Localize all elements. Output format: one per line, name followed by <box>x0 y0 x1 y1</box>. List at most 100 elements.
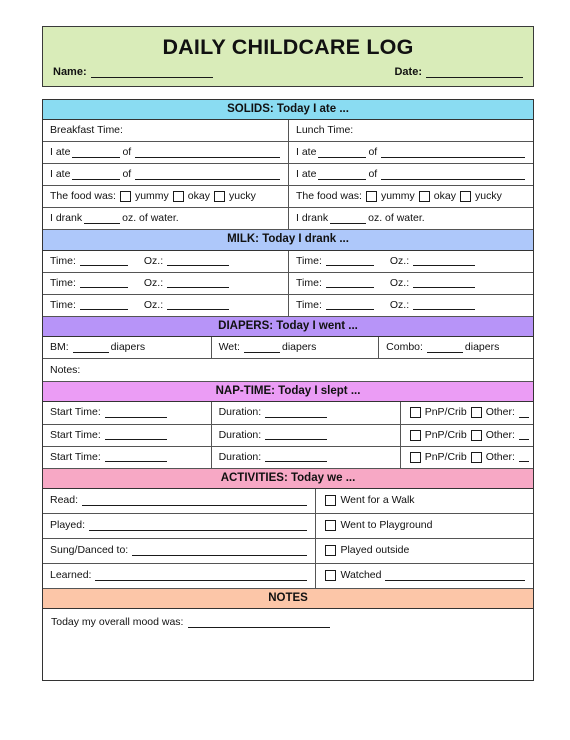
nap-other-line[interactable] <box>518 430 529 441</box>
water-oz-line[interactable] <box>84 214 121 224</box>
water-oz-line[interactable] <box>330 214 367 224</box>
lunch-ate-cell-2[interactable]: I ate of <box>288 164 533 186</box>
milk-oz-line[interactable] <box>167 278 230 289</box>
name-field-group[interactable]: Name: <box>53 66 213 78</box>
checkbox-played-outside[interactable] <box>325 545 337 557</box>
diapers-notes-cell[interactable]: Notes: <box>43 359 533 382</box>
activity-watched-cell[interactable]: Watched <box>315 563 533 588</box>
activity-read-cell[interactable]: Read: <box>43 488 316 513</box>
milk-oz-line[interactable] <box>413 300 476 311</box>
activity-played-cell[interactable]: Played: <box>43 513 316 538</box>
activity-playground-cell[interactable]: Went to Playground <box>315 513 533 538</box>
wet-count-line[interactable] <box>243 343 280 353</box>
checkbox-other[interactable] <box>470 429 482 441</box>
nap-location-cell[interactable]: PnP/Crib Other: <box>399 424 533 446</box>
milk-oz-line[interactable] <box>413 256 476 267</box>
combo-count-line[interactable] <box>426 343 463 353</box>
breakfast-ate-cell-2[interactable]: I ate of <box>43 164 288 186</box>
checkbox-yucky[interactable] <box>459 191 471 203</box>
food-line[interactable] <box>135 170 280 180</box>
nap-location-cell[interactable]: PnP/Crib Other: <box>399 446 533 468</box>
milk-time-line[interactable] <box>79 278 128 289</box>
watched-line[interactable] <box>385 571 525 581</box>
milk-entry-cell[interactable]: Time: Oz.: <box>43 250 288 272</box>
learned-line[interactable] <box>95 571 308 581</box>
lunch-ate-cell-1[interactable]: I ate of <box>288 141 533 164</box>
diapers-combo-cell[interactable]: Combo: diapers <box>378 337 533 359</box>
food-line[interactable] <box>381 170 525 180</box>
checkbox-pnp-crib[interactable] <box>409 429 421 441</box>
name-input-line[interactable] <box>90 67 213 78</box>
checkbox-yummy[interactable] <box>365 191 377 203</box>
nap-start-line[interactable] <box>104 408 167 418</box>
lunch-rating-cell[interactable]: The food was: yummy okay yucky <box>288 186 533 208</box>
nap-start-line[interactable] <box>104 452 167 463</box>
breakfast-time-cell[interactable]: Breakfast Time: <box>43 119 288 141</box>
food-line[interactable] <box>381 148 525 158</box>
nap-start-cell[interactable]: Start Time: <box>43 424 211 446</box>
activity-sung-cell[interactable]: Sung/Danced to: <box>43 538 316 563</box>
nap-other-line[interactable] <box>518 452 529 463</box>
milk-time-line[interactable] <box>79 256 128 267</box>
checkbox-went-for-a-walk[interactable] <box>325 495 337 507</box>
milk-oz-line[interactable] <box>167 300 230 311</box>
bm-count-line[interactable] <box>72 343 109 353</box>
nap-duration-cell[interactable]: Duration: <box>210 424 400 446</box>
mood-input-line[interactable] <box>188 617 331 629</box>
amount-line[interactable] <box>318 170 367 180</box>
milk-entry-cell[interactable]: Time: Oz.: <box>43 272 288 294</box>
read-line[interactable] <box>82 496 308 506</box>
label-went-to-playground: Went to Playground <box>340 519 433 532</box>
sung-danced-line[interactable] <box>132 546 308 556</box>
nap-duration-line[interactable] <box>265 452 328 463</box>
breakfast-ate-cell-1[interactable]: I ate of <box>43 141 288 164</box>
nap-duration-line[interactable] <box>265 408 328 418</box>
nap-duration-line[interactable] <box>265 430 328 441</box>
activity-outside-cell[interactable]: Played outside <box>315 538 533 563</box>
checkbox-other[interactable] <box>470 407 482 419</box>
played-line[interactable] <box>89 521 308 531</box>
milk-time-line[interactable] <box>79 300 128 311</box>
checkbox-other[interactable] <box>470 451 482 463</box>
date-input-line[interactable] <box>426 67 523 78</box>
amount-line[interactable] <box>72 148 121 158</box>
diapers-wet-cell[interactable]: Wet: diapers <box>210 337 379 359</box>
nap-start-cell[interactable]: Start Time: <box>43 446 211 468</box>
milk-entry-cell[interactable]: Time: Oz.: <box>43 294 288 316</box>
milk-entry-cell[interactable]: Time: Oz.: <box>288 294 533 316</box>
milk-time-line[interactable] <box>325 256 374 267</box>
checkbox-okay[interactable] <box>172 191 184 203</box>
lunch-water-cell[interactable]: I drank oz. of water. <box>288 208 533 230</box>
diapers-bm-cell[interactable]: BM: diapers <box>43 337 211 359</box>
nap-start-cell[interactable]: Start Time: <box>43 402 211 424</box>
breakfast-water-cell[interactable]: I drank oz. of water. <box>43 208 288 230</box>
checkbox-yummy[interactable] <box>119 191 131 203</box>
nap-duration-cell[interactable]: Duration: <box>210 446 400 468</box>
checkbox-pnp-crib[interactable] <box>409 407 421 419</box>
milk-entry-cell[interactable]: Time: Oz.: <box>288 272 533 294</box>
notes-body[interactable]: Today my overall mood was: <box>43 609 533 682</box>
checkbox-went-to-playground[interactable] <box>325 520 337 532</box>
amount-line[interactable] <box>318 148 367 158</box>
milk-time-line[interactable] <box>325 278 374 289</box>
lunch-time-cell[interactable]: Lunch Time: <box>288 119 533 141</box>
checkbox-okay[interactable] <box>418 191 430 203</box>
nap-other-line[interactable] <box>518 408 529 418</box>
nap-duration-cell[interactable]: Duration: <box>210 402 400 424</box>
activity-learned-cell[interactable]: Learned: <box>43 563 316 588</box>
milk-entry-cell[interactable]: Time: Oz.: <box>288 250 533 272</box>
food-line[interactable] <box>135 148 280 158</box>
nap-location-cell[interactable]: PnP/Crib Other: <box>399 402 533 424</box>
milk-oz-line[interactable] <box>167 256 230 267</box>
checkbox-yucky[interactable] <box>213 191 225 203</box>
milk-oz-line[interactable] <box>413 278 476 289</box>
amount-line[interactable] <box>72 170 121 180</box>
activity-walk-cell[interactable]: Went for a Walk <box>315 488 533 513</box>
checkbox-watched[interactable] <box>325 570 337 582</box>
checkbox-pnp-crib[interactable] <box>409 451 421 463</box>
nap-start-line[interactable] <box>104 430 167 441</box>
breakfast-rating-cell[interactable]: The food was: yummy okay yucky <box>43 186 288 208</box>
mood-line-group[interactable]: Today my overall mood was: <box>51 616 525 629</box>
milk-time-line[interactable] <box>325 300 374 311</box>
date-field-group[interactable]: Date: <box>394 66 523 78</box>
